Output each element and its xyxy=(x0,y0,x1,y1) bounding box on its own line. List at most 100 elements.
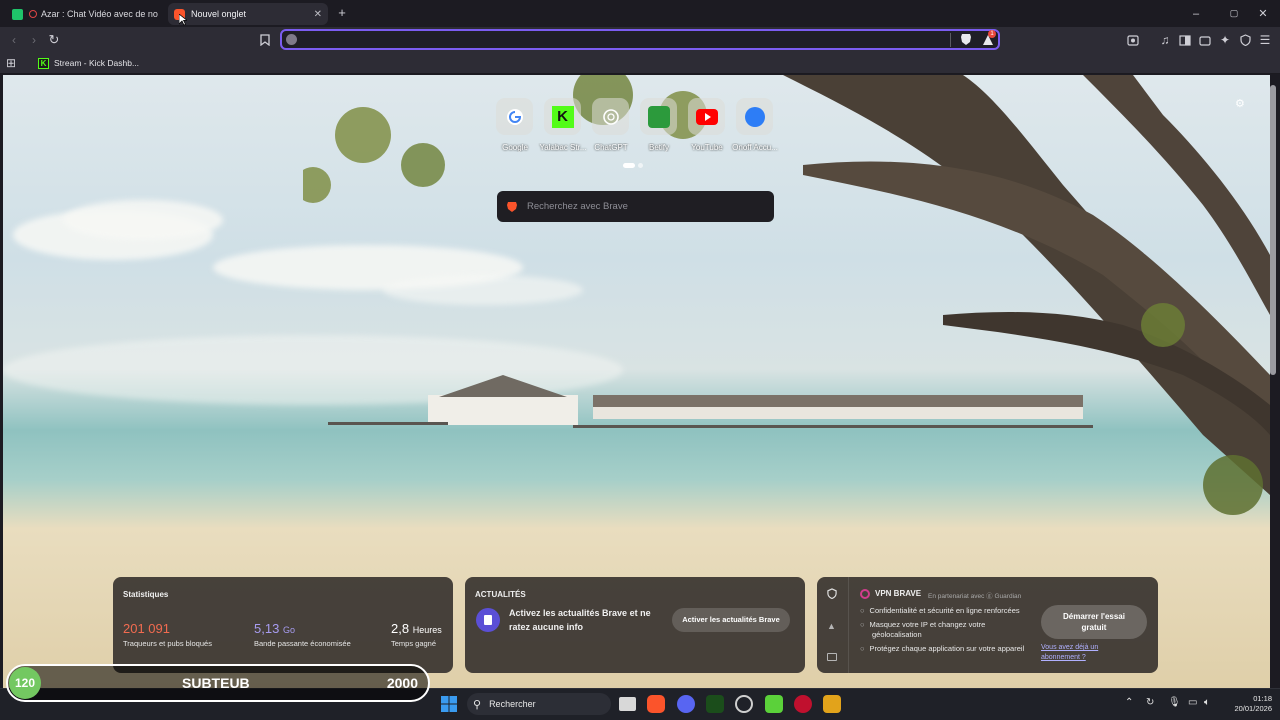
brave-logo-icon xyxy=(507,201,517,212)
vpn-shield-icon[interactable] xyxy=(827,588,837,601)
sync-icon[interactable]: ↻ xyxy=(1146,697,1154,708)
tab-azar[interactable]: Azar : Chat Vidéo avec de nouvell xyxy=(6,3,164,25)
brave-rewards-icon[interactable]: 1 xyxy=(982,30,996,46)
leo-ai-icon[interactable]: ✦ xyxy=(1216,31,1234,49)
apps-grid-icon[interactable]: ⊞ xyxy=(6,56,20,70)
screenshot-icon[interactable] xyxy=(1124,31,1142,49)
wallet-icon[interactable] xyxy=(1196,31,1214,49)
tab-strip: Azar : Chat Vidéo avec de nouvell Nouvel… xyxy=(0,0,1280,27)
top-site-youtube[interactable] xyxy=(688,98,725,135)
taskbar-search[interactable]: ⚲ Rechercher xyxy=(467,693,611,715)
chatgpt-icon xyxy=(602,108,619,125)
top-site-betify[interactable] xyxy=(640,98,677,135)
stat-time-label: Temps gagné xyxy=(391,639,437,648)
stat-trackers-value: 201 091 xyxy=(123,621,170,636)
kick-icon: K xyxy=(38,57,49,69)
settings-gear-icon[interactable]: ⚙ xyxy=(1235,97,1247,110)
minimize-button[interactable]: – xyxy=(1179,0,1213,27)
overlay-left-value: 120 xyxy=(9,667,41,699)
site-info-icon[interactable] xyxy=(286,34,297,45)
rewards-icon[interactable]: ▲ xyxy=(827,621,836,631)
notification-badge: 1 xyxy=(988,30,996,38)
tree-branches xyxy=(303,75,1270,515)
bungalow xyxy=(428,395,578,425)
search-icon: ⚲ xyxy=(473,698,482,711)
tab-title: Nouvel onglet xyxy=(191,9,247,19)
scrollbar[interactable] xyxy=(1270,85,1276,375)
news-text: Activez les actualités Brave et ne ratez… xyxy=(509,608,651,632)
top-site-onoff[interactable] xyxy=(736,98,773,135)
windows-start-icon[interactable] xyxy=(441,696,457,712)
stat-bandwidth-value: 5,13 Go xyxy=(254,621,295,636)
address-bar[interactable]: 1 xyxy=(280,29,1000,50)
page-dot[interactable] xyxy=(638,163,643,168)
stat-time-value: 2,8 Heures xyxy=(391,621,442,636)
overlay-right-value: 2000 xyxy=(386,675,418,691)
brave-taskbar-icon[interactable] xyxy=(647,695,665,713)
page-dot-active[interactable] xyxy=(623,163,635,168)
tab-title: Azar : Chat Vidéo avec de nouvell xyxy=(41,9,158,19)
close-tab-icon[interactable]: ✕ xyxy=(314,9,322,20)
check-icon: ○ xyxy=(860,606,865,615)
task-view-icon[interactable] xyxy=(619,697,636,711)
bookmark-icon[interactable] xyxy=(256,31,274,49)
google-icon xyxy=(506,108,523,125)
app-icon[interactable] xyxy=(706,695,724,713)
app-icon[interactable] xyxy=(794,695,812,713)
microphone-icon[interactable]: 🎙︎ xyxy=(1168,697,1181,708)
top-site-chatgpt[interactable] xyxy=(592,98,629,135)
vpn-feature: ○ Protégez chaque application sur votre a… xyxy=(860,644,1025,653)
menu-icon[interactable]: ☰ xyxy=(1256,31,1274,49)
stat-bandwidth-label: Bande passante économisée xyxy=(254,639,351,648)
top-site-yalabac[interactable]: K xyxy=(544,98,581,135)
azar-favicon-icon xyxy=(12,8,23,20)
search-placeholder: Recherchez avec Brave xyxy=(527,201,628,212)
plus-icon[interactable]: + xyxy=(334,5,350,21)
vpn-feature: ○ Confidentialité et sécurité en ligne re… xyxy=(860,606,1020,615)
overlay-title: SUBTEUB xyxy=(182,675,250,691)
app-icon[interactable] xyxy=(735,695,753,713)
app-icon[interactable] xyxy=(765,695,783,713)
brave-shields-icon[interactable] xyxy=(960,33,972,46)
time: 01:18 xyxy=(1253,694,1272,703)
chevron-up-icon[interactable]: ⌃ xyxy=(1125,697,1133,708)
start-trial-button[interactable]: Démarrer l'essai gratuit xyxy=(1041,605,1147,639)
reload-icon[interactable]: ↻ xyxy=(45,31,63,49)
forward-icon[interactable]: › xyxy=(25,31,43,49)
divider xyxy=(950,33,951,47)
news-title: ACTUALITÉS xyxy=(475,590,526,599)
sidebar-icon[interactable] xyxy=(1176,31,1194,49)
vpn-partner: En partenariat avec ⓖ Guardian xyxy=(928,593,1022,600)
app-icon[interactable] xyxy=(823,695,841,713)
betify-icon xyxy=(647,105,670,128)
stats-title: Statistiques xyxy=(123,590,169,599)
pier xyxy=(328,422,448,425)
bungalow-row xyxy=(593,405,1083,419)
top-site-google[interactable] xyxy=(496,98,533,135)
vpn-icon[interactable] xyxy=(1236,31,1254,49)
pier xyxy=(573,425,1093,428)
activate-news-button[interactable]: Activer les actualités Brave xyxy=(672,608,790,632)
music-icon[interactable]: ♫ xyxy=(1156,31,1174,49)
youtube-icon xyxy=(695,108,718,125)
vpn-feature: ○ Masquez votre IP et changez votre géolo… xyxy=(860,620,986,639)
existing-subscription-link[interactable]: Vous avez déjà un abonnement ? xyxy=(1041,643,1121,663)
bookmark-stream-kick[interactable]: K Stream - Kick Dashb... xyxy=(38,56,139,70)
recording-icon xyxy=(29,10,37,18)
brave-search-box[interactable]: Recherchez avec Brave xyxy=(497,191,774,222)
bookmark-label: Stream - Kick Dashb... xyxy=(54,58,140,68)
volume-icon[interactable]: 🔈︎ xyxy=(1204,697,1210,708)
taskbar-search-label: Rechercher xyxy=(489,699,536,709)
back-icon[interactable]: ‹ xyxy=(5,31,23,49)
close-window-button[interactable]: ✕ xyxy=(1246,0,1280,27)
clock[interactable]: 01:18 20/01/2026 xyxy=(1226,694,1272,714)
toolbar: ‹ › ↻ 1 ♫ ✦ ☰ xyxy=(0,27,1280,52)
news-icon xyxy=(476,608,500,632)
stream-overlay-bar: 120 SUBTEUB 2000 xyxy=(6,664,430,702)
talk-icon[interactable] xyxy=(827,653,837,661)
network-icon[interactable]: ▭ xyxy=(1188,697,1197,708)
discord-icon[interactable] xyxy=(677,695,695,713)
onoff-icon xyxy=(744,106,765,127)
vpn-logo-icon xyxy=(860,589,870,599)
tab-new-tab[interactable]: Nouvel onglet ✕ xyxy=(168,3,328,25)
